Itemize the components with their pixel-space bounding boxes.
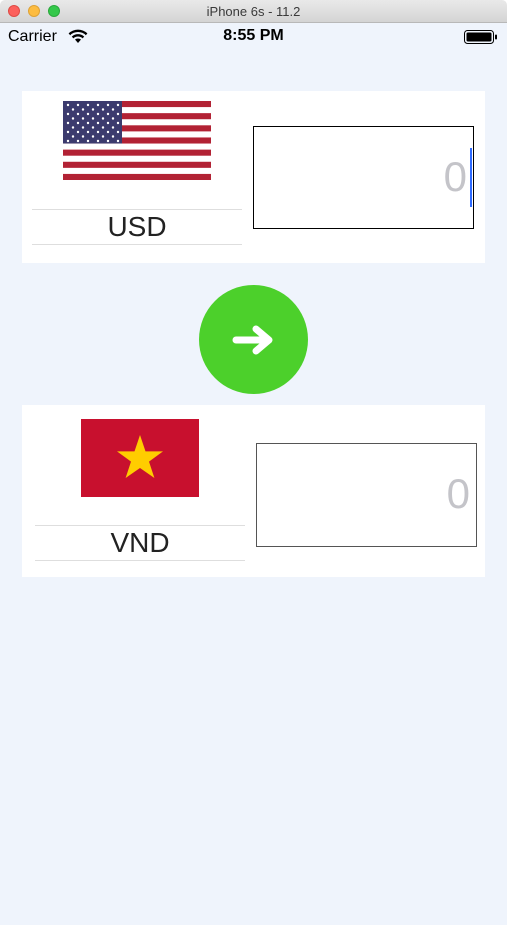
battery-icon <box>464 30 497 44</box>
target-currency-card: VND 0 <box>22 405 485 577</box>
convert-button[interactable] <box>199 285 308 394</box>
target-amount-placeholder: 0 <box>446 470 470 517</box>
arrow-right-icon <box>232 325 272 354</box>
source-amount-input[interactable]: 0 <box>253 126 474 229</box>
target-currency-code[interactable]: VND <box>35 525 245 561</box>
status-bar: Carrier 8:55 PM <box>0 23 507 51</box>
source-currency-code[interactable]: USD <box>32 209 242 245</box>
source-amount-placeholder: 0 <box>443 153 467 200</box>
phone-screen: Carrier 8:55 PM USD 0 VND 0 <box>0 23 507 925</box>
window-title: iPhone 6s - 11.2 <box>206 4 301 19</box>
target-amount-input[interactable]: 0 <box>256 443 477 547</box>
text-cursor <box>470 148 472 207</box>
us-flag-icon[interactable] <box>63 101 211 180</box>
status-time: 8:55 PM <box>223 27 284 44</box>
vietnam-flag-icon[interactable] <box>81 419 199 497</box>
source-currency-card: USD 0 <box>22 91 485 263</box>
simulator-title-bar: iPhone 6s - 11.2 <box>0 0 507 23</box>
